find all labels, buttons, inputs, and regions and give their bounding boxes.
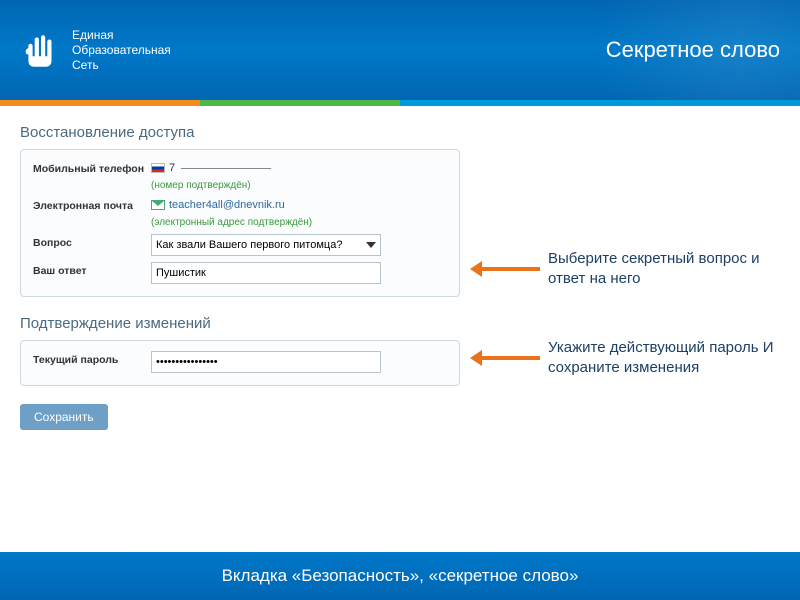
confirm-panel: Текущий пароль bbox=[20, 340, 460, 386]
password-row: Текущий пароль bbox=[33, 351, 447, 373]
phone-value: 7 bbox=[169, 162, 175, 174]
email-label: Электронная почта bbox=[33, 197, 151, 212]
phone-input-line bbox=[181, 168, 271, 169]
callout-password: Укажите действующий пароль И сохраните и… bbox=[480, 338, 780, 377]
email-field[interactable]: teacher4all@dnevnik.ru bbox=[151, 199, 285, 211]
content-area: Восстановление доступа Мобильный телефон… bbox=[0, 106, 800, 440]
logo: Единая Образовательная Сеть bbox=[20, 28, 171, 73]
slide-header: Единая Образовательная Сеть Секретное сл… bbox=[0, 0, 800, 100]
mail-icon bbox=[151, 200, 165, 210]
slide-footer: Вкладка «Безопасность», «секретное слово… bbox=[0, 552, 800, 600]
color-stripe bbox=[0, 100, 800, 106]
page-title: Секретное слово bbox=[606, 37, 780, 63]
logo-line1: Единая bbox=[72, 28, 171, 43]
logo-line3: Сеть bbox=[72, 58, 171, 73]
email-value: teacher4all@dnevnik.ru bbox=[169, 199, 285, 211]
answer-label: Ваш ответ bbox=[33, 262, 151, 277]
phone-label: Мобильный телефон bbox=[33, 160, 151, 175]
form-column: Восстановление доступа Мобильный телефон… bbox=[20, 124, 460, 430]
hand-icon bbox=[20, 29, 62, 71]
password-input[interactable] bbox=[151, 351, 381, 373]
question-row: Вопрос Как звали Вашего первого питомца? bbox=[33, 234, 447, 256]
arrow-left-icon bbox=[480, 267, 540, 271]
flag-ru-icon bbox=[151, 163, 165, 173]
phone-field[interactable]: 7 bbox=[151, 162, 271, 174]
callout-password-text: Укажите действующий пароль И сохраните и… bbox=[548, 338, 780, 377]
logo-line2: Образовательная bbox=[72, 43, 171, 58]
question-select[interactable]: Как звали Вашего первого питомца? bbox=[151, 234, 381, 256]
confirm-title: Подтверждение изменений bbox=[20, 315, 460, 332]
question-label: Вопрос bbox=[33, 234, 151, 249]
email-row: Электронная почта teacher4all@dnevnik.ru… bbox=[33, 197, 447, 228]
callout-question: Выберите секретный вопрос и ответ на нег… bbox=[480, 249, 780, 288]
callout-question-text: Выберите секретный вопрос и ответ на нег… bbox=[548, 249, 780, 288]
logo-text: Единая Образовательная Сеть bbox=[72, 28, 171, 73]
answer-input[interactable] bbox=[151, 262, 381, 284]
recovery-title: Восстановление доступа bbox=[20, 124, 460, 141]
footer-text: Вкладка «Безопасность», «секретное слово… bbox=[222, 566, 579, 586]
save-button[interactable]: Сохранить bbox=[20, 404, 108, 430]
arrow-left-icon bbox=[480, 356, 540, 360]
phone-hint: (номер подтверждён) bbox=[151, 180, 447, 191]
password-label: Текущий пароль bbox=[33, 351, 151, 366]
callout-column: Выберите секретный вопрос и ответ на нег… bbox=[480, 124, 780, 430]
answer-row: Ваш ответ bbox=[33, 262, 447, 284]
email-hint: (электронный адрес подтверждён) bbox=[151, 217, 447, 228]
recovery-panel: Мобильный телефон 7 (номер подтверждён) … bbox=[20, 149, 460, 297]
phone-row: Мобильный телефон 7 (номер подтверждён) bbox=[33, 160, 447, 191]
